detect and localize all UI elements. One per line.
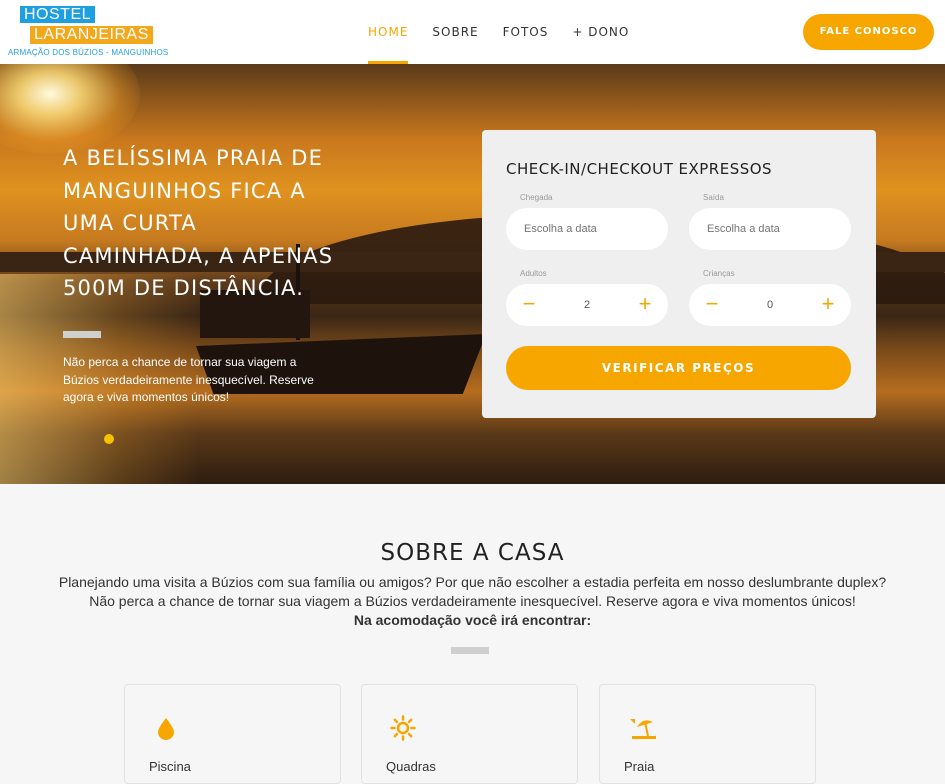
feature-label: Piscina: [149, 759, 191, 774]
feature-label: Praia: [624, 759, 655, 774]
adults-plus-button[interactable]: +: [624, 284, 666, 326]
navbar: HOSTEL LARANJEIRAS ARMAÇÃO DOS BÚZIOS - …: [0, 0, 945, 64]
hero-section: A BELÍSSIMA PRAIA DE MANGUINHOS FICA A U…: [0, 64, 945, 484]
adults-minus-button[interactable]: −: [508, 284, 550, 326]
children-label: Crianças: [703, 269, 735, 278]
feature-card-praia: Praia: [599, 684, 816, 784]
hero-sun-graphic: [0, 64, 140, 154]
main-menu: HOME SOBRE FOTOS + DONO: [368, 0, 653, 64]
children-minus-button[interactable]: −: [691, 284, 733, 326]
children-value: 0: [766, 299, 774, 311]
booking-card: CHECK-IN/CHECKOUT EXPRESSOS Chegada Saíd…: [482, 130, 876, 418]
about-line-3: Na acomodação você irá encontrar:: [353, 612, 592, 628]
slider-dot[interactable]: [104, 434, 114, 444]
adults-stepper: − 2 +: [506, 284, 668, 326]
logo[interactable]: HOSTEL LARANJEIRAS ARMAÇÃO DOS BÚZIOS - …: [8, 4, 168, 60]
nav-dono[interactable]: + DONO: [572, 0, 629, 64]
feature-card-piscina: Piscina: [124, 684, 341, 784]
logo-hostel-text: HOSTEL: [20, 6, 96, 23]
beach-umbrella-icon: [628, 715, 656, 741]
hero-text: Não perca a chance de tornar sua viagem …: [63, 355, 314, 404]
water-drop-icon: [153, 715, 179, 741]
about-title: SOBRE A CASA: [380, 540, 565, 566]
hero-divider: [63, 331, 101, 338]
logo-tagline: ARMAÇÃO DOS BÚZIOS - MANGUINHOS: [8, 48, 169, 57]
contact-button[interactable]: FALE CONOSCO: [803, 14, 934, 50]
children-plus-button[interactable]: +: [807, 284, 849, 326]
nav-sobre[interactable]: SOBRE: [432, 0, 478, 64]
verify-prices-button[interactable]: VERIFICAR PREÇOS: [506, 346, 851, 390]
checkout-date-input[interactable]: [689, 208, 851, 250]
checkin-date-input[interactable]: [506, 208, 668, 250]
checkout-label: Saída: [703, 193, 724, 202]
nav-home[interactable]: HOME: [368, 0, 409, 64]
checkin-label: Chegada: [520, 193, 553, 202]
booking-title: CHECK-IN/CHECKOUT EXPRESSOS: [506, 160, 773, 178]
feature-card-quadras: Quadras: [361, 684, 578, 784]
adults-value: 2: [583, 299, 591, 311]
about-line-2: Não perca a chance de tornar sua viagem …: [89, 593, 856, 609]
nav-fotos[interactable]: FOTOS: [503, 0, 549, 64]
hero-title: A BELÍSSIMA PRAIA DE MANGUINHOS FICA A U…: [63, 146, 334, 300]
feature-label: Quadras: [386, 759, 436, 774]
about-divider: [451, 647, 489, 654]
logo-laranjeiras-text: LARANJEIRAS: [30, 26, 153, 44]
about-line-1: Planejando uma visita a Búzios com sua f…: [58, 574, 887, 590]
adults-label: Adultos: [520, 269, 547, 278]
sun-icon: [390, 715, 416, 741]
children-stepper: − 0 +: [689, 284, 851, 326]
